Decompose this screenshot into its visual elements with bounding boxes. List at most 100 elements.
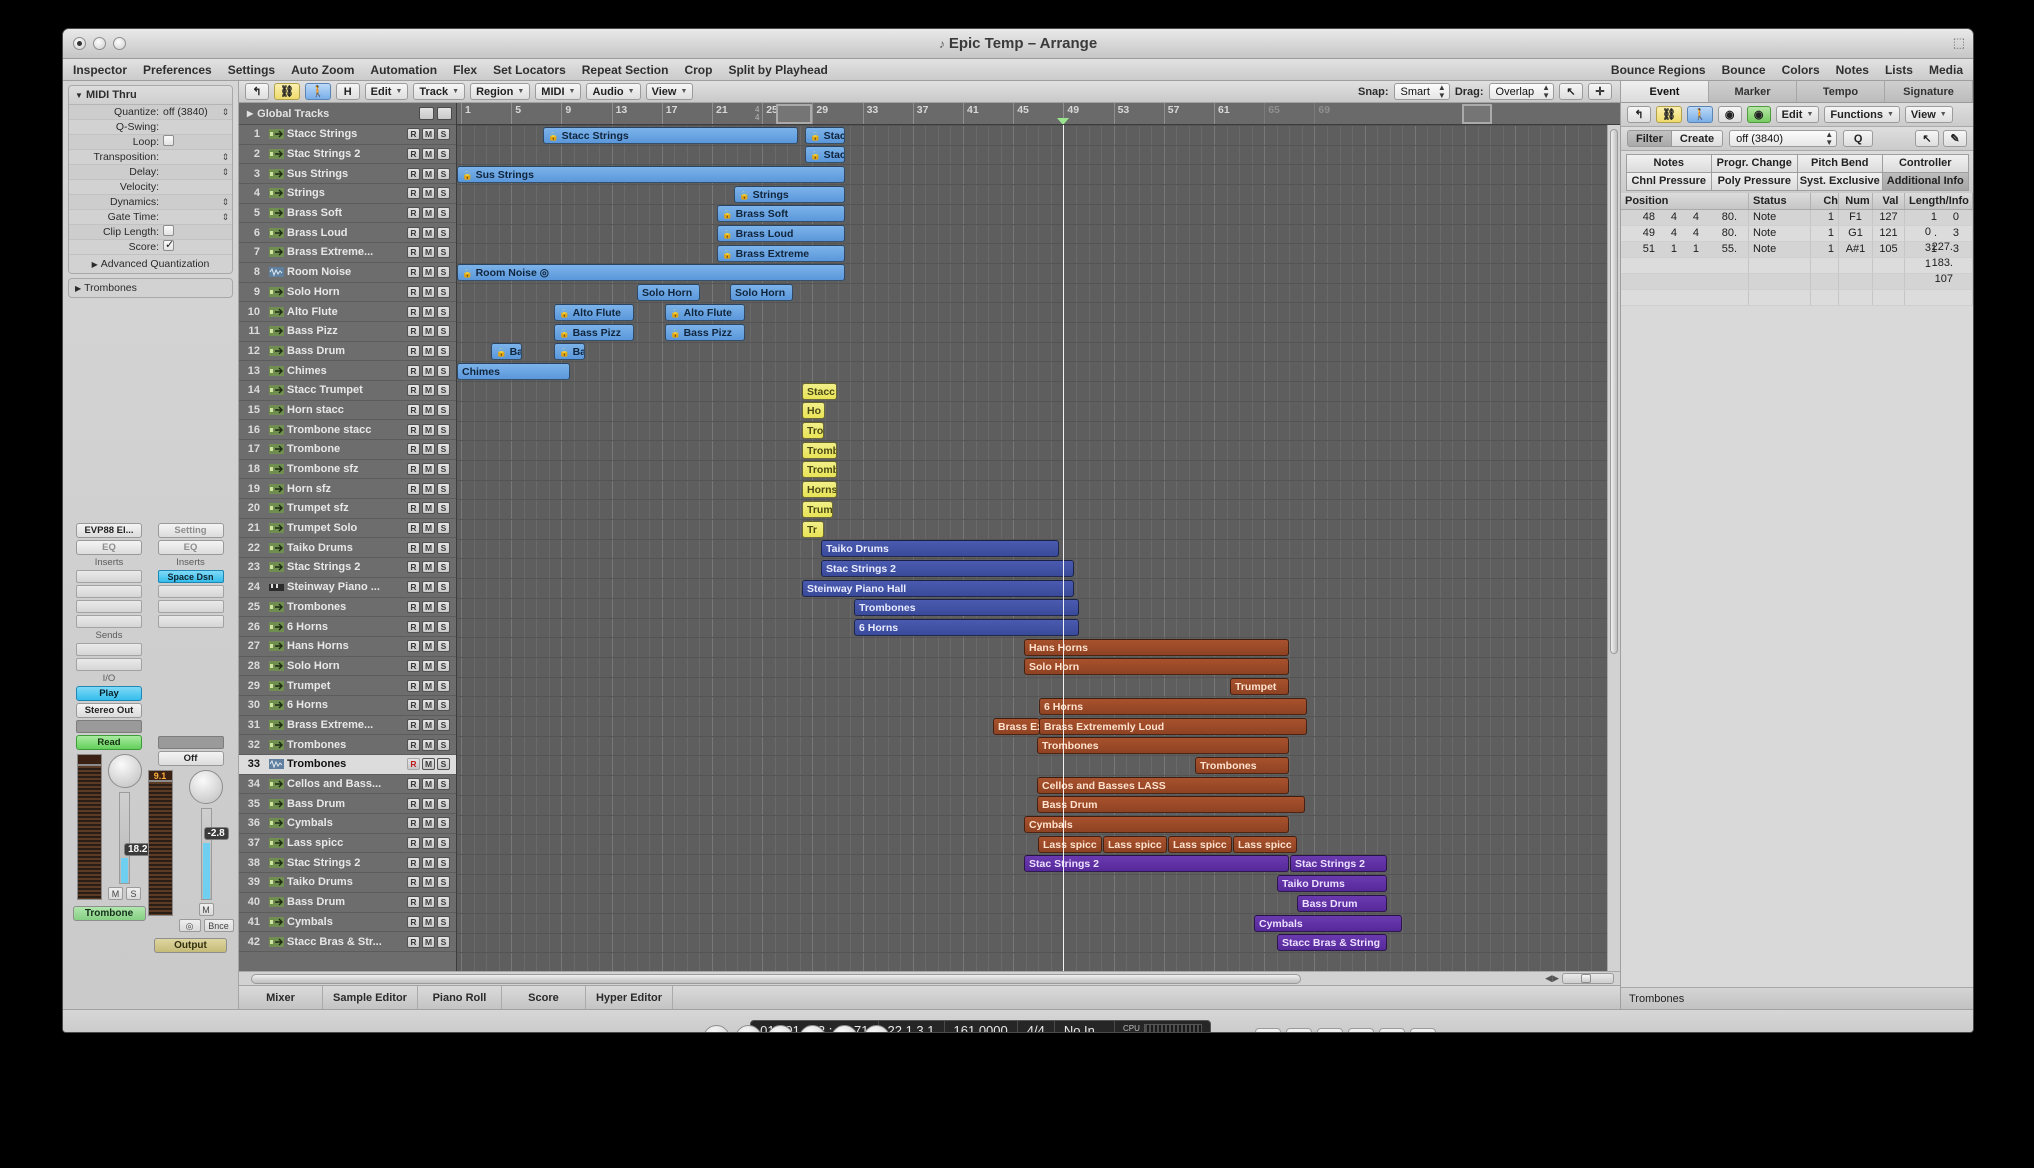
track-record-button[interactable]: R: [407, 364, 420, 377]
track-solo-button[interactable]: S: [437, 148, 450, 161]
track-solo-button[interactable]: S: [437, 187, 450, 200]
insert-slot-output-3[interactable]: [157, 600, 224, 613]
track-row[interactable]: 40 Bass Drum R M S: [239, 892, 456, 913]
track-record-button[interactable]: R: [407, 837, 420, 850]
mute-button-output[interactable]: M: [198, 903, 214, 916]
zoom-button[interactable]: [113, 37, 126, 50]
menu-bounce-regions[interactable]: Bounce Regions: [1611, 63, 1706, 77]
peak-display[interactable]: [76, 754, 102, 765]
track-solo-button[interactable]: S: [437, 896, 450, 909]
track-record-button[interactable]: R: [407, 876, 420, 889]
param-delay[interactable]: Delay: ⇕: [69, 165, 232, 180]
track-name[interactable]: Trumpet: [287, 680, 407, 692]
track-solo-button[interactable]: S: [437, 837, 450, 850]
track-name[interactable]: Cymbals: [287, 916, 407, 928]
track-solo-button[interactable]: S: [437, 915, 450, 928]
track-solo-button[interactable]: S: [437, 403, 450, 416]
filter-syst-exclusive[interactable]: Syst. Exclusive: [1796, 171, 1883, 191]
input-slot[interactable]: Play: [76, 686, 142, 701]
arrange-region[interactable]: 🔒 Brass Extreme: [717, 244, 845, 262]
param-dynamics[interactable]: Dynamics: ⇕: [69, 195, 232, 210]
menu-repeat-section[interactable]: Repeat Section: [582, 63, 669, 77]
le-menu-functions[interactable]: Functions ▼: [1824, 106, 1900, 123]
arrange-region[interactable]: Taiko Drums: [821, 540, 1059, 558]
track-mute-button[interactable]: M: [422, 344, 435, 357]
arrange-region[interactable]: Brass Ext: [993, 717, 1040, 735]
menu-region[interactable]: Region ▼: [470, 83, 531, 100]
track-solo-button[interactable]: S: [437, 522, 450, 535]
menu-midi[interactable]: MIDI ▼: [535, 83, 582, 100]
filter-progr-change[interactable]: Progr. Change: [1711, 153, 1798, 173]
bar-ruler[interactable]: 1 5 9 13 17 21 25 29 33 37 41 45 49 53 57 61 65 69 4 4: [457, 103, 1620, 125]
le-menu-view[interactable]: View ▼: [1904, 106, 1953, 123]
track-solo-button[interactable]: S: [437, 817, 450, 830]
midi-out-icon[interactable]: ◉: [1746, 106, 1771, 123]
track-mute-button[interactable]: M: [422, 167, 435, 180]
lcd-midi-io[interactable]: No In No Out: [1055, 1020, 1116, 1032]
track-name[interactable]: Cellos and Bass...: [287, 778, 407, 790]
param-quantize[interactable]: Quantize: off (3840) ⇕: [69, 105, 232, 120]
track-solo-button[interactable]: S: [437, 561, 450, 574]
arrange-region[interactable]: 🔒Bas: [491, 343, 522, 361]
track-solo-button[interactable]: S: [437, 423, 450, 436]
track-mute-button[interactable]: M: [422, 463, 435, 476]
track-row[interactable]: 27 Hans Horns R M S: [239, 636, 456, 657]
track-record-button[interactable]: R: [407, 384, 420, 397]
arrange-region[interactable]: Solo Horn: [637, 284, 700, 302]
track-record-button[interactable]: R: [407, 935, 420, 948]
track-mute-button[interactable]: M: [422, 915, 435, 928]
pencil-tool-icon-le[interactable]: ✎: [1943, 130, 1967, 147]
arrange-region[interactable]: Cymbals: [1254, 914, 1402, 932]
track-name[interactable]: Alto Flute: [287, 306, 407, 318]
track-mute-button[interactable]: M: [422, 758, 435, 771]
track-record-button[interactable]: R: [407, 246, 420, 259]
track-row[interactable]: 38 Stac Strings 2RMS: [239, 853, 456, 874]
menu-inspector[interactable]: Inspector: [73, 63, 127, 77]
menu-edit[interactable]: Edit ▼: [364, 83, 409, 100]
track-solo-button[interactable]: S: [437, 876, 450, 889]
track-name[interactable]: 6 Horns: [287, 621, 407, 633]
track-mute-button[interactable]: M: [422, 817, 435, 830]
link-icon[interactable]: ⛓: [274, 83, 300, 100]
play-button[interactable]: ▶: [767, 1025, 794, 1032]
track-row[interactable]: 15 Horn stacc R M S: [239, 400, 456, 421]
pause-button[interactable]: ❚❚: [799, 1025, 826, 1032]
track-mute-button[interactable]: M: [422, 856, 435, 869]
track-row[interactable]: 20 Trumpet sfz R M S: [239, 499, 456, 519]
tab-mixer[interactable]: Mixer: [239, 986, 323, 1009]
arrange-region[interactable]: Lass spicc: [1038, 835, 1102, 853]
track-row[interactable]: 8 Room Noise R M S: [239, 262, 456, 283]
track-name[interactable]: 6 Horns: [287, 699, 407, 711]
track-name[interactable]: Sus Strings: [287, 168, 407, 180]
walk-icon[interactable]: 🚶: [304, 83, 331, 100]
track-mute-button[interactable]: M: [422, 561, 435, 574]
track-solo-button[interactable]: S: [437, 679, 450, 692]
track-mute-button[interactable]: M: [422, 384, 435, 397]
send-slot-1[interactable]: [76, 643, 142, 656]
track-record-button[interactable]: R: [407, 226, 420, 239]
arrange-region[interactable]: Trum: [802, 500, 833, 518]
track-mute-button[interactable]: M: [422, 502, 435, 515]
track-name[interactable]: Bass Drum: [287, 345, 407, 357]
track-record-button[interactable]: R: [407, 443, 420, 456]
track-solo-button[interactable]: S: [437, 266, 450, 279]
insert-slot-4[interactable]: [76, 615, 142, 628]
arrange-region[interactable]: Stac Strings 2: [821, 559, 1074, 577]
track-row[interactable]: 19 Horn sfz R M S: [239, 479, 456, 500]
instrument-slot[interactable]: EVP88 El...: [76, 523, 142, 538]
track-name[interactable]: Bass Drum: [287, 896, 407, 908]
track-solo-button[interactable]: S: [437, 699, 450, 712]
link-icon-le[interactable]: ⛓: [1656, 106, 1682, 123]
track-solo-button[interactable]: S: [437, 344, 450, 357]
add-track-icon[interactable]: [419, 107, 434, 120]
cycle-region-marker-2[interactable]: [1462, 104, 1492, 124]
arrange-region[interactable]: 6 Horns: [854, 619, 1079, 636]
track-solo-button[interactable]: S: [437, 797, 450, 810]
eq-slot-output[interactable]: EQ: [157, 540, 224, 555]
track-row[interactable]: 7 Brass Extreme... R M S: [239, 243, 456, 263]
solo-button[interactable]: S: [126, 887, 141, 900]
track-solo-button[interactable]: S: [437, 502, 450, 515]
track-name[interactable]: Trombones: [287, 758, 407, 770]
arrange-region[interactable]: 🔒 Bass Pizz: [665, 323, 745, 341]
zoom-out-icon[interactable]: ◀▶: [1545, 973, 1559, 984]
